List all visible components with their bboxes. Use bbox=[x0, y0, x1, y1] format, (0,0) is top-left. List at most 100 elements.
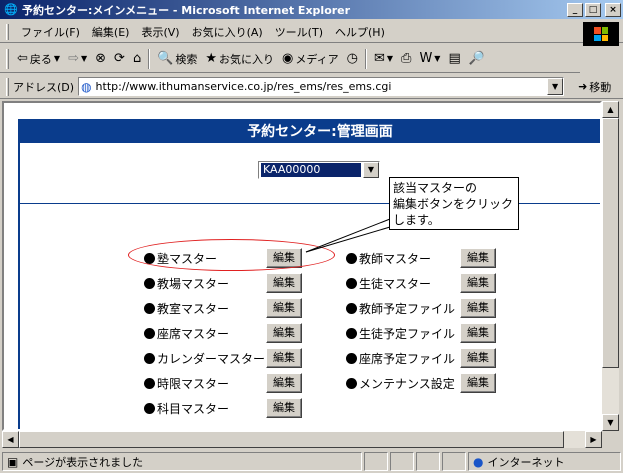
horizontal-scrollbar[interactable]: ◀ ▶ bbox=[2, 431, 602, 448]
forward-button[interactable]: ⇨ ▼ bbox=[64, 48, 91, 70]
media-button[interactable]: ◉ メディア bbox=[278, 48, 343, 70]
media-label: メディア bbox=[295, 52, 339, 66]
scroll-down-button[interactable]: ▼ bbox=[602, 414, 619, 431]
menu-help[interactable]: ヘルプ(H) bbox=[329, 24, 391, 40]
standard-toolbar: ⇦ 戻る ▼ ⇨ ▼ ⊗ ⟳ ⌂ 🔍 検索 ★ お気に入り ◉ メディア ◷ ✉… bbox=[0, 45, 580, 73]
scroll-up-button[interactable]: ▲ bbox=[602, 101, 619, 118]
master-label: 科目マスター bbox=[157, 401, 230, 416]
stop-button[interactable]: ⊗ bbox=[91, 48, 110, 70]
word-icon: W bbox=[419, 51, 433, 66]
list-item: カレンダーマスター bbox=[144, 348, 265, 368]
bullet-icon bbox=[144, 402, 155, 414]
page-icon: ▣ bbox=[7, 454, 19, 469]
print-icon: ⎙ bbox=[401, 51, 412, 66]
window-titlebar[interactable]: 🌐 予約センター:メインメニュー - Microsoft Internet Ex… bbox=[0, 0, 623, 19]
master-label: カレンダーマスター bbox=[157, 351, 266, 366]
list-item: 時限マスター bbox=[144, 373, 229, 393]
list-item: 生徒予定ファイル bbox=[346, 323, 455, 343]
master-label: 時限マスター bbox=[157, 376, 230, 391]
windows-logo-icon bbox=[583, 22, 619, 46]
edit-button-calendar-master[interactable]: 編集 bbox=[266, 348, 302, 368]
stop-icon: ⊗ bbox=[95, 51, 107, 66]
master-label: 教師予定ファイル bbox=[359, 301, 456, 316]
edit-button-kyoushitsu-master[interactable]: 編集 bbox=[266, 298, 302, 318]
back-button[interactable]: ⇦ 戻る ▼ bbox=[13, 48, 64, 70]
toolbar-grip[interactable] bbox=[6, 48, 9, 69]
edit-button-kamoku-master[interactable]: 編集 bbox=[266, 398, 302, 418]
research-button[interactable]: 🔎 bbox=[465, 48, 489, 70]
globe-icon: ● bbox=[473, 454, 484, 469]
edit-button-maintenance[interactable]: 編集 bbox=[460, 373, 496, 393]
edit-button-kyoushi-yotei[interactable]: 編集 bbox=[460, 298, 496, 318]
horizontal-scroll-thumb[interactable] bbox=[19, 431, 564, 448]
home-icon: ⌂ bbox=[132, 51, 142, 66]
chevron-down-icon[interactable]: ▼ bbox=[81, 54, 87, 63]
code-select[interactable]: KAA00000 ▼ bbox=[258, 161, 380, 179]
address-bar: アドレス(D) ◍ http://www.ithumanservice.co.j… bbox=[0, 75, 623, 99]
discuss-button[interactable]: ▤ bbox=[444, 48, 464, 70]
vertical-scroll-thumb[interactable] bbox=[602, 118, 619, 368]
edit-button-jigen-master[interactable]: 編集 bbox=[266, 373, 302, 393]
edit-button-zaseki-yotei[interactable]: 編集 bbox=[460, 348, 496, 368]
bullet-icon bbox=[144, 302, 155, 314]
forward-arrow-icon: ⇨ bbox=[68, 51, 79, 66]
search-button[interactable]: 🔍 検索 bbox=[153, 48, 201, 70]
menu-edit[interactable]: 編集(E) bbox=[86, 24, 136, 40]
history-button[interactable]: ◷ bbox=[343, 48, 362, 70]
chevron-down-icon[interactable]: ▼ bbox=[54, 54, 60, 63]
address-dropdown-button[interactable]: ▼ bbox=[547, 78, 564, 95]
page-title: 予約センター:管理画面 bbox=[20, 119, 600, 143]
list-item: 教師マスター bbox=[346, 248, 431, 268]
edit-button-seito-master[interactable]: 編集 bbox=[460, 273, 496, 293]
edit-button-kyoushi-master[interactable]: 編集 bbox=[460, 248, 496, 268]
list-item: 科目マスター bbox=[144, 398, 229, 418]
menu-tools[interactable]: ツール(T) bbox=[269, 24, 329, 40]
close-button[interactable]: × bbox=[605, 2, 621, 17]
home-button[interactable]: ⌂ bbox=[129, 48, 145, 70]
menu-grip[interactable] bbox=[6, 23, 9, 40]
chevron-down-icon[interactable]: ▼ bbox=[434, 54, 440, 63]
menu-view[interactable]: 表示(V) bbox=[135, 24, 185, 40]
status-text-panel: ▣ ページが表示されました bbox=[2, 452, 362, 471]
refresh-icon: ⟳ bbox=[114, 51, 125, 66]
page-viewport: 予約センター:管理画面 KAA00000 ▼ 塾マスター 編集 教場マスター 編… bbox=[2, 101, 602, 431]
master-label: メンテナンス設定 bbox=[359, 376, 455, 391]
edit-button-zaseki-master[interactable]: 編集 bbox=[266, 323, 302, 343]
address-input[interactable]: ◍ http://www.ithumanservice.co.jp/res_em… bbox=[78, 77, 565, 96]
list-item: メンテナンス設定 bbox=[346, 373, 455, 393]
favorites-button[interactable]: ★ お気に入り bbox=[201, 48, 278, 70]
vertical-scrollbar[interactable]: ▲ ▼ bbox=[602, 101, 619, 431]
code-select-dropdown-button[interactable]: ▼ bbox=[363, 162, 379, 178]
status-panel-empty bbox=[442, 452, 466, 471]
zone-panel: ● インターネット bbox=[468, 452, 621, 471]
admin-panel: 予約センター:管理画面 KAA00000 ▼ 塾マスター 編集 教場マスター 編… bbox=[18, 119, 600, 429]
minimize-button[interactable]: _ bbox=[567, 2, 583, 17]
maximize-button[interactable]: □ bbox=[585, 2, 601, 17]
toolbar-separator bbox=[364, 48, 367, 69]
chevron-down-icon[interactable]: ▼ bbox=[387, 54, 393, 63]
edit-button-kyoujou-master[interactable]: 編集 bbox=[266, 273, 302, 293]
scroll-right-button[interactable]: ▶ bbox=[585, 431, 602, 448]
address-grip[interactable] bbox=[6, 77, 9, 96]
master-label: 教室マスター bbox=[157, 301, 230, 316]
edit-button-seito-yotei[interactable]: 編集 bbox=[460, 323, 496, 343]
scroll-left-button[interactable]: ◀ bbox=[2, 431, 19, 448]
address-url[interactable]: http://www.ithumanservice.co.jp/res_ems/… bbox=[96, 80, 392, 93]
menu-file[interactable]: ファイル(F) bbox=[15, 24, 86, 40]
print-button[interactable]: ⎙ bbox=[397, 48, 415, 70]
address-label: アドレス(D) bbox=[13, 80, 75, 94]
mail-button[interactable]: ✉ ▼ bbox=[370, 48, 397, 70]
go-button[interactable]: ➜ 移動 bbox=[578, 79, 611, 95]
favorites-label: お気に入り bbox=[219, 52, 275, 66]
toolbar-separator bbox=[148, 48, 151, 69]
menu-favorites[interactable]: お気に入り(A) bbox=[186, 24, 269, 40]
bullet-icon bbox=[346, 302, 357, 314]
refresh-button[interactable]: ⟳ bbox=[110, 48, 129, 70]
bullet-icon bbox=[346, 327, 357, 339]
status-panel-empty bbox=[364, 452, 388, 471]
zone-text: インターネット bbox=[487, 455, 565, 469]
bullet-icon bbox=[144, 327, 155, 339]
edit-page-button[interactable]: W ▼ bbox=[415, 48, 444, 70]
menu-bar: ファイル(F) 編集(E) 表示(V) お気に入り(A) ツール(T) ヘルプ(… bbox=[0, 21, 623, 43]
master-label: 教場マスター bbox=[157, 276, 230, 291]
